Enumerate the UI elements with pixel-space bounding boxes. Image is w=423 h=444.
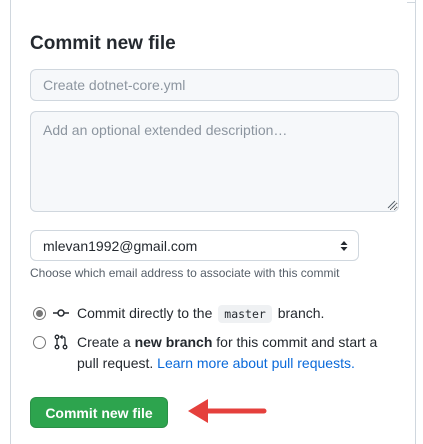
commit-new-file-button[interactable]: Commit new file (30, 397, 168, 428)
option-commit-directly-label[interactable]: Commit directly to the master branch. (77, 303, 324, 325)
learn-more-link[interactable]: Learn more about pull requests. (157, 355, 355, 371)
radio-new-branch[interactable] (33, 336, 46, 349)
page-title: Commit new file (30, 33, 176, 54)
select-caret-icon (340, 241, 348, 251)
commit-summary-input[interactable] (30, 69, 399, 101)
git-pull-request-icon (54, 334, 68, 350)
resize-grip-icon[interactable] (386, 199, 396, 209)
option-direct-suffix: branch. (277, 305, 325, 321)
branch-name: master (218, 305, 272, 323)
option-new-branch-label[interactable]: Create a new branch for this commit and … (77, 332, 397, 374)
option-new-prefix: Create a (77, 334, 131, 350)
radio-commit-directly[interactable] (33, 307, 46, 320)
email-select-value: mlevan1992@gmail.com (43, 237, 198, 254)
commit-panel (10, 0, 416, 444)
option-new-bold: new branch (134, 334, 213, 350)
red-arrow-icon (188, 399, 267, 423)
email-select[interactable]: mlevan1992@gmail.com (30, 230, 359, 261)
option-direct-prefix: Commit directly to the (77, 305, 213, 321)
email-help-text: Choose which email address to associate … (30, 266, 340, 280)
commit-description-input[interactable] (30, 111, 399, 212)
git-commit-icon (53, 309, 69, 317)
divider (407, 0, 415, 3)
